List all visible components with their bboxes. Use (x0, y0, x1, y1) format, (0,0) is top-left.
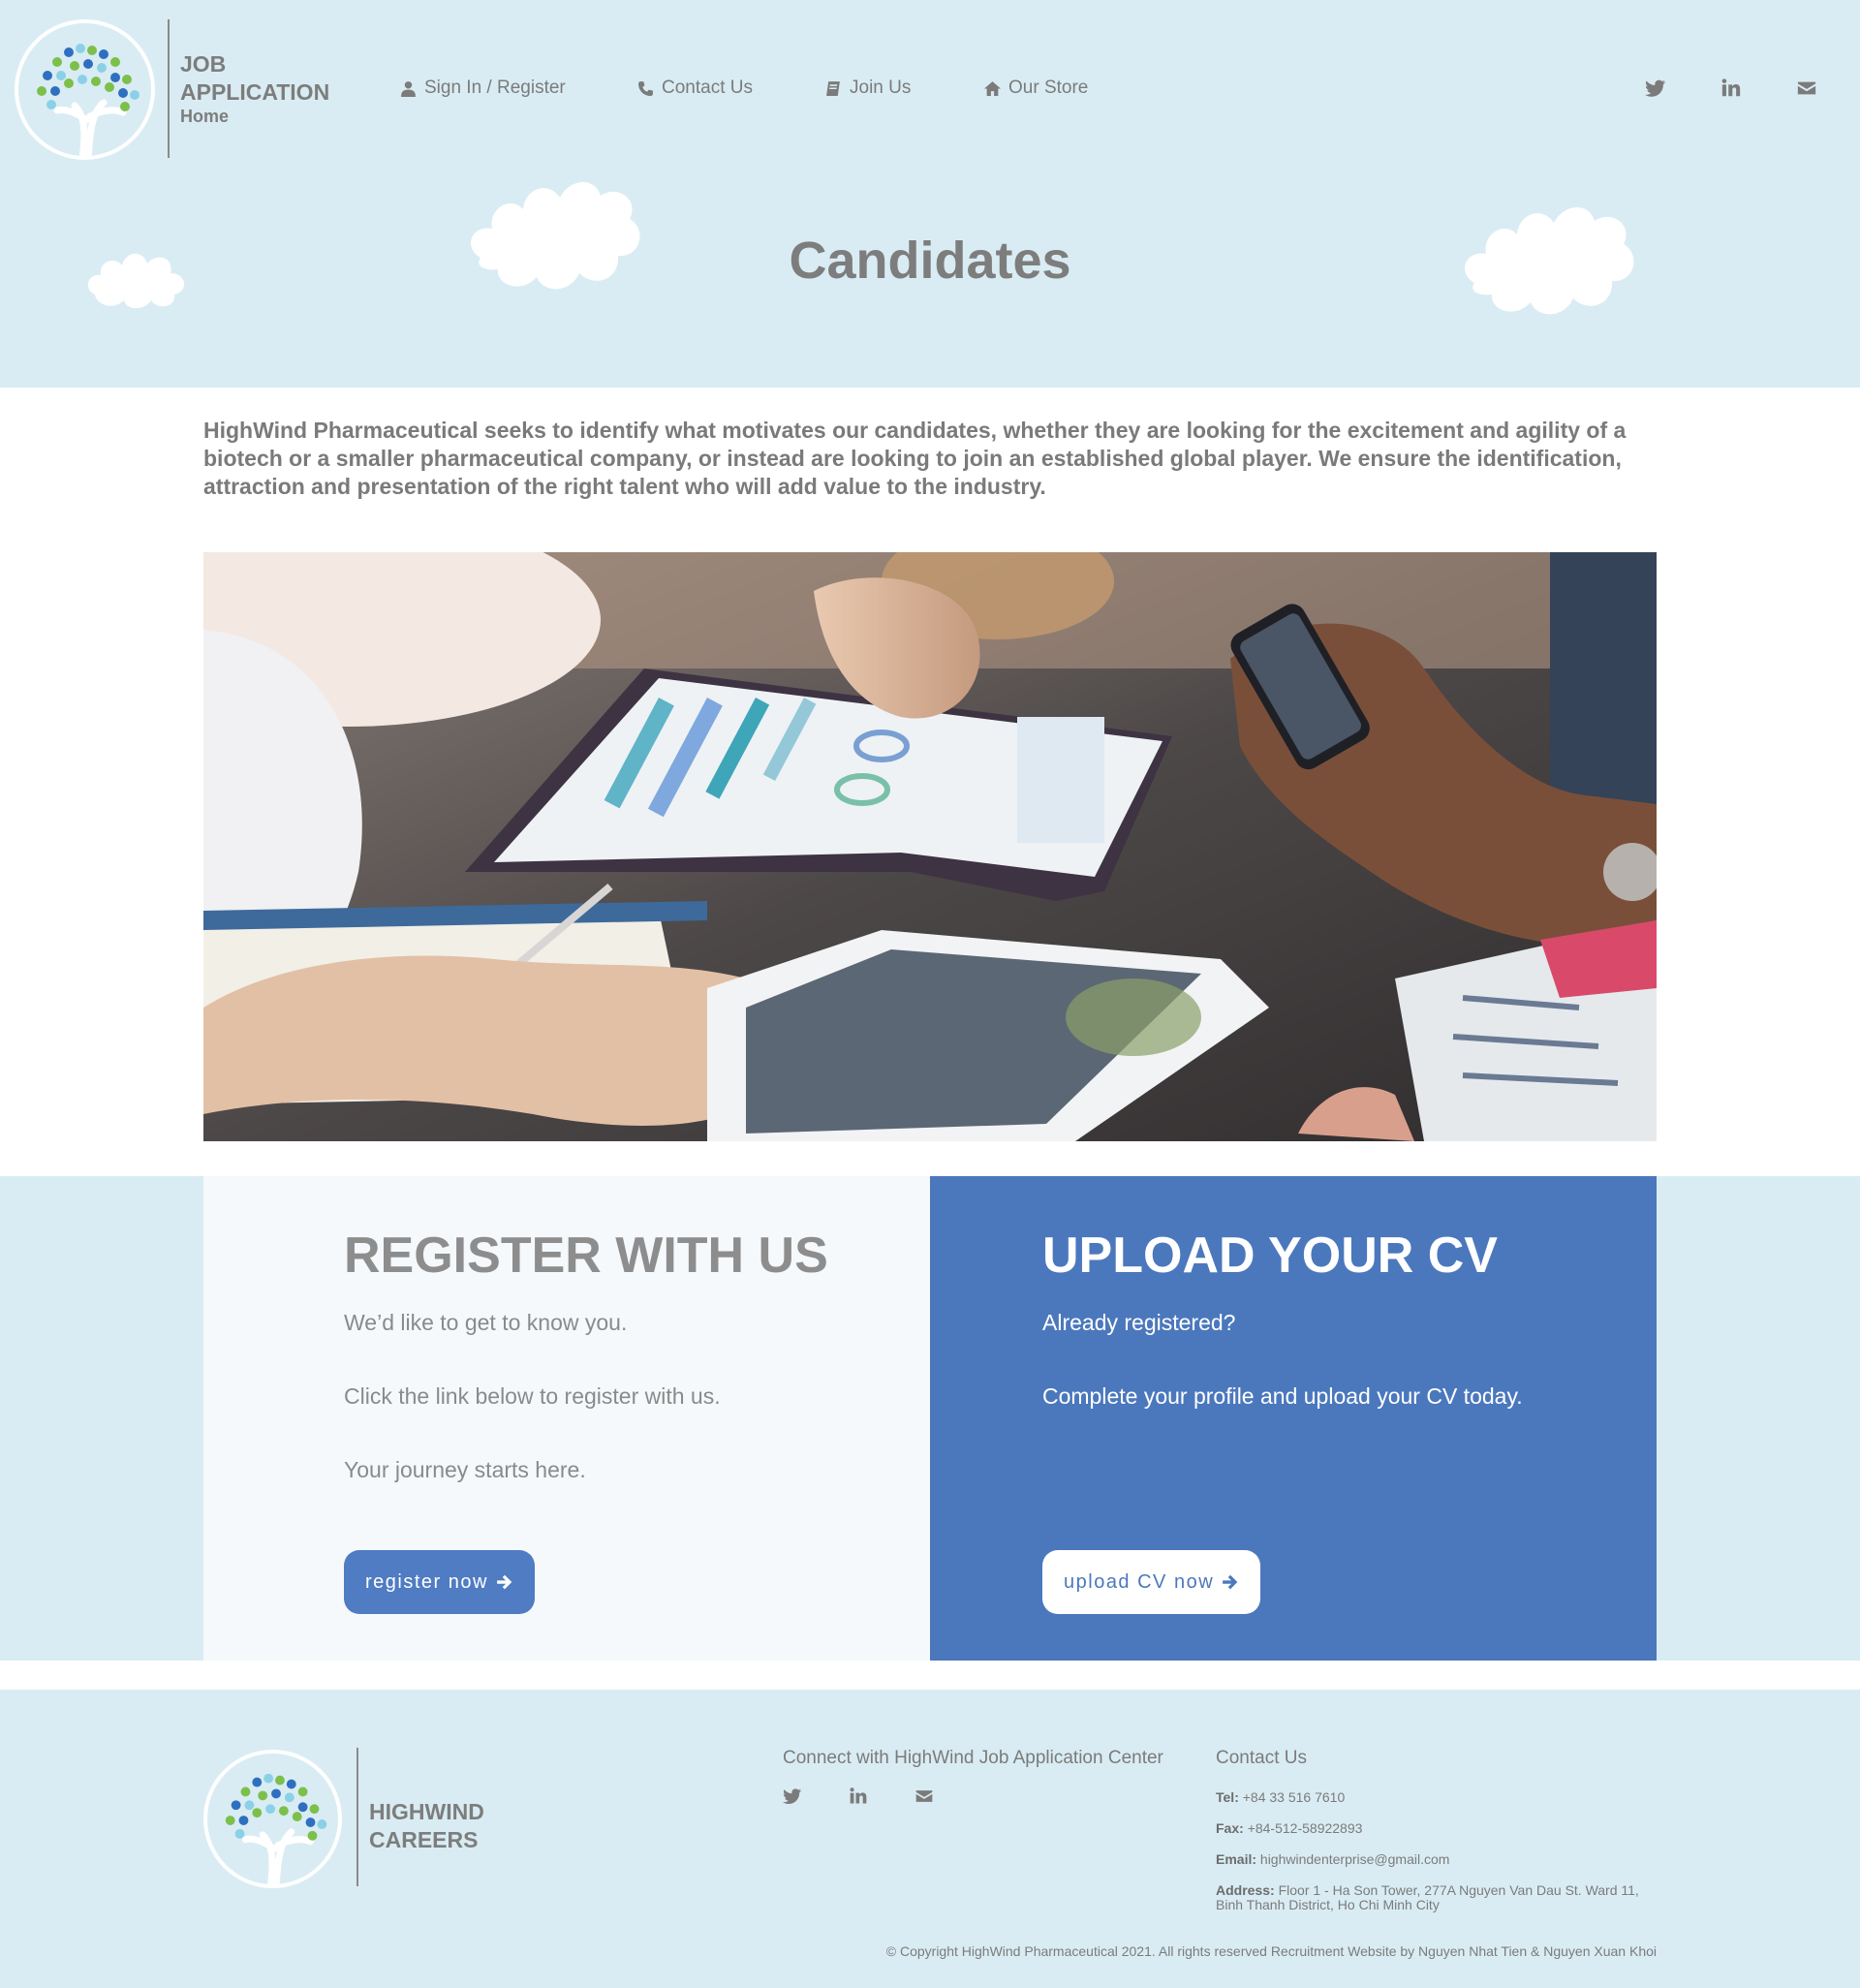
footer-linkedin-link[interactable] (849, 1786, 868, 1806)
footer-copyright: © Copyright HighWind Pharmaceutical 2021… (885, 1943, 1657, 1959)
register-title: REGISTER WITH US (344, 1227, 828, 1284)
upload-button-label: upload CV now (1064, 1570, 1215, 1593)
header-email-link[interactable] (1796, 78, 1817, 99)
register-button-label: register now (365, 1570, 488, 1593)
envelope-icon (1797, 81, 1816, 95)
fax-value: +84-512-58922893 (1247, 1820, 1363, 1836)
book-icon (826, 80, 840, 96)
candidates-hero-image (203, 552, 1657, 1141)
nav-signin-register[interactable]: Sign In / Register (400, 78, 566, 99)
footer-tel: Tel: +84 33 516 7610 (1216, 1790, 1642, 1805)
linkedin-icon (1721, 78, 1741, 97)
arrow-right-icon (497, 1574, 512, 1590)
home-link[interactable]: Home (180, 107, 229, 127)
footer-email: Email: highwindenterprise@gmail.com (1216, 1852, 1642, 1867)
twitter-icon (1645, 79, 1666, 97)
footer-logo-divider (356, 1748, 358, 1886)
nav-contact-us[interactable]: Contact Us (637, 78, 753, 99)
site-header: JOB APPLICATION Home Sign In / Register … (0, 0, 1860, 388)
logo-line-1: JOB (180, 51, 227, 77)
home-icon (984, 80, 1001, 96)
linkedin-icon (850, 1787, 867, 1804)
footer-logo-line-1: HIGHWIND (369, 1799, 484, 1824)
site-logo-text[interactable]: JOB APPLICATION (180, 50, 329, 107)
nav-join-label: Join Us (850, 78, 912, 98)
upload-cv-button[interactable]: upload CV now (1042, 1550, 1261, 1614)
footer-logo-line-2: CAREERS (369, 1827, 479, 1852)
register-now-button[interactable]: register now (344, 1550, 535, 1614)
register-card: REGISTER WITH US We’d like to get to kno… (203, 1176, 930, 1661)
nav-store-label: Our Store (1008, 78, 1089, 98)
upload-cv-card: UPLOAD YOUR CV Already registered? Compl… (930, 1176, 1657, 1661)
logo-line-2: APPLICATION (180, 79, 330, 105)
twitter-icon (783, 1788, 802, 1804)
logo-divider (168, 19, 170, 158)
footer-twitter-link[interactable] (783, 1786, 802, 1806)
footer-connect-title: Connect with HighWind Job Application Ce… (783, 1748, 1163, 1768)
page-title: Candidates (789, 232, 1071, 290)
email-value[interactable]: highwindenterprise@gmail.com (1260, 1851, 1450, 1867)
user-icon (401, 80, 416, 97)
footer-fax: Fax: +84-512-58922893 (1216, 1821, 1642, 1836)
nav-our-store[interactable]: Our Store (984, 78, 1088, 99)
footer-logo-text[interactable]: HIGHWIND CAREERS (369, 1798, 484, 1854)
header-twitter-link[interactable] (1645, 78, 1666, 99)
upload-line-2: Complete your profile and upload your CV… (1042, 1383, 1523, 1409)
email-label: Email: (1216, 1851, 1257, 1867)
footer-tree-logo-icon[interactable] (203, 1750, 342, 1888)
tel-label: Tel: (1216, 1789, 1239, 1805)
footer-email-link[interactable] (914, 1786, 934, 1806)
header-linkedin-link[interactable] (1720, 78, 1742, 99)
intro-paragraph: HighWind Pharmaceutical seeks to identif… (203, 418, 1627, 499)
tel-value: +84 33 516 7610 (1242, 1789, 1346, 1805)
upload-line-1: Already registered? (1042, 1310, 1236, 1335)
tree-logo-icon[interactable] (15, 19, 155, 160)
site-footer: HIGHWIND CAREERS Connect with HighWind J… (0, 1690, 1860, 1988)
address-label: Address: (1216, 1882, 1275, 1898)
envelope-icon (915, 1790, 933, 1802)
register-line-2: Click the link below to register with us… (344, 1383, 721, 1409)
register-line-1: We’d like to get to know you. (344, 1310, 628, 1335)
footer-address: Address: Floor 1 - Ha Son Tower, 277A Ng… (1216, 1883, 1642, 1912)
nav-signin-label: Sign In / Register (424, 78, 566, 98)
arrow-right-icon (1223, 1574, 1238, 1590)
footer-contact-title: Contact Us (1216, 1748, 1307, 1768)
nav-contact-label: Contact Us (662, 78, 753, 98)
fax-label: Fax: (1216, 1820, 1244, 1836)
register-line-3: Your journey starts here. (344, 1457, 586, 1482)
address-value: Floor 1 - Ha Son Tower, 277A Nguyen Van … (1216, 1882, 1639, 1912)
upload-title: UPLOAD YOUR CV (1042, 1227, 1498, 1284)
phone-icon (638, 80, 653, 96)
nav-join-us[interactable]: Join Us (825, 78, 911, 99)
